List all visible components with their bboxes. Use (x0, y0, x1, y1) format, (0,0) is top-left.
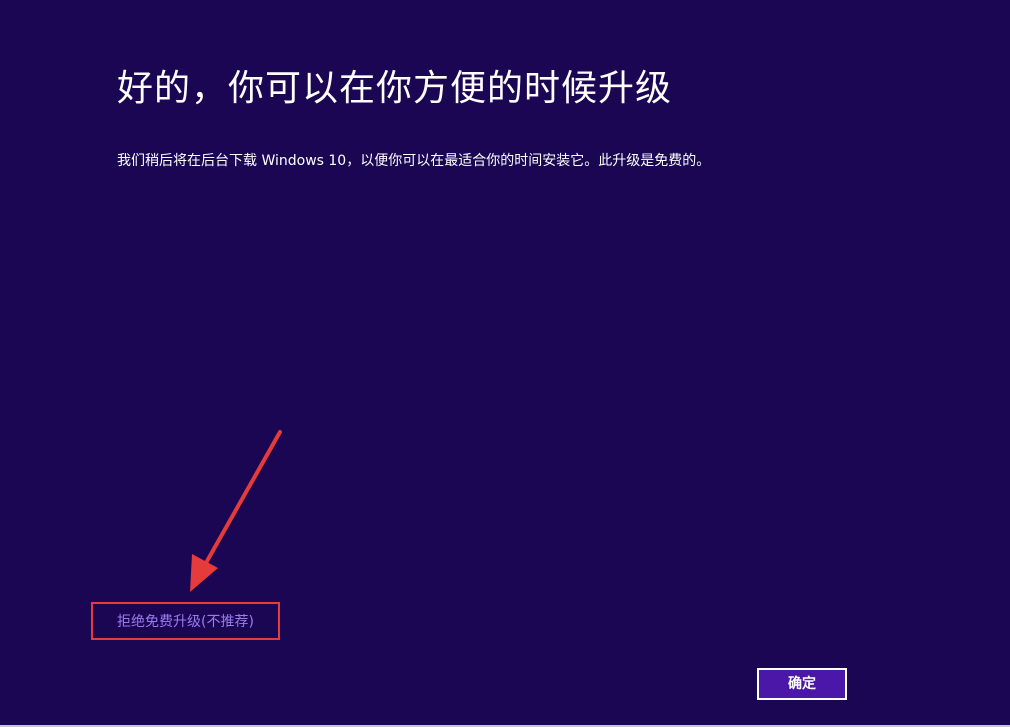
page-description: 我们稍后将在后台下载 Windows 10，以便你可以在最适合你的时间安装它。此… (117, 153, 711, 169)
ok-button[interactable]: 确定 (757, 668, 847, 700)
decline-free-upgrade-link[interactable]: 拒绝免费升级(不推荐) (117, 612, 254, 632)
annotation-arrow (190, 430, 282, 592)
page-title: 好的，你可以在你方便的时候升级 (117, 68, 673, 109)
